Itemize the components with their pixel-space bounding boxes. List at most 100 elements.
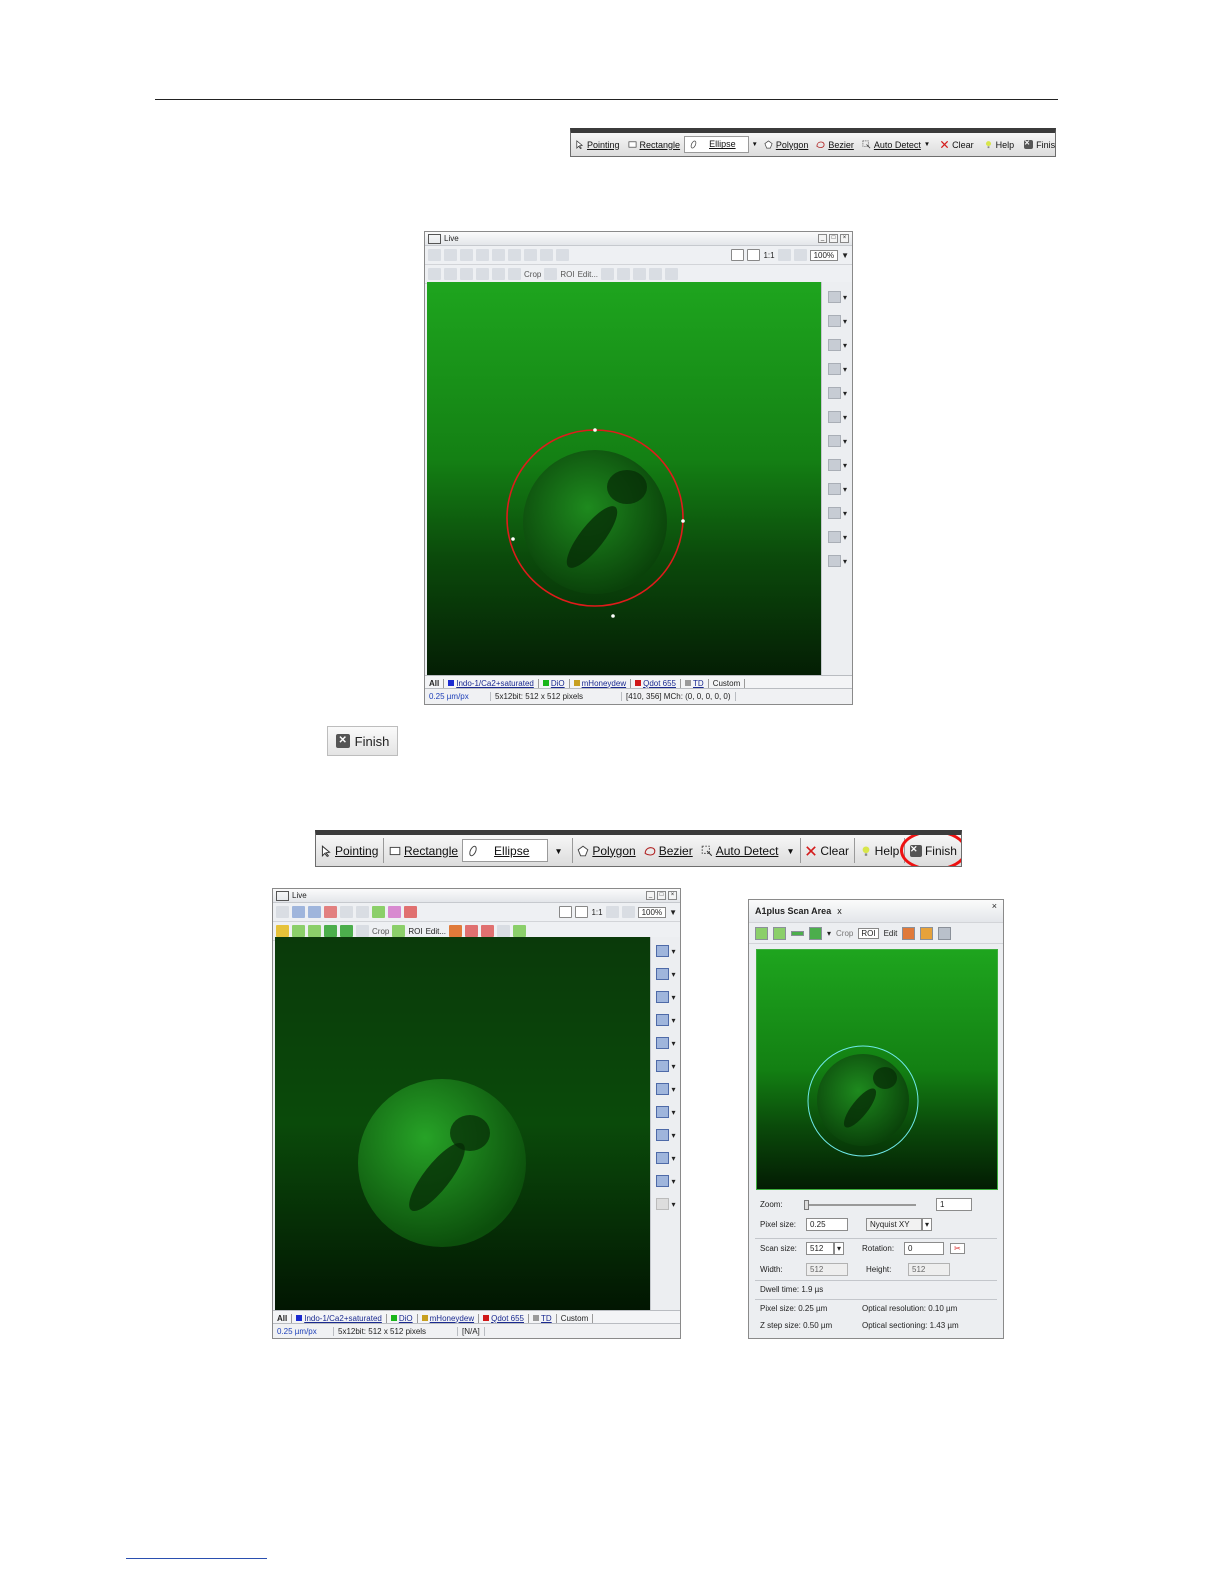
tab-dio[interactable]: DiO <box>539 678 570 688</box>
tab-all[interactable]: All <box>425 678 445 688</box>
edit-label[interactable]: Edit... <box>426 927 446 936</box>
maximize-icon[interactable]: □ <box>829 234 838 243</box>
roi-icon[interactable] <box>544 268 558 280</box>
fit-icon[interactable] <box>731 249 745 261</box>
tab-all[interactable]: All <box>273 1313 293 1323</box>
profile-icon[interactable]: ▾ <box>656 1080 676 1098</box>
crosshair-icon[interactable]: ▾ <box>656 1034 676 1052</box>
ratio-button[interactable]: 1:1 <box>763 251 774 260</box>
zoom-input[interactable]: 1 <box>936 1198 972 1211</box>
roi-handle[interactable] <box>681 519 685 523</box>
minimize-icon[interactable]: _ <box>646 891 655 900</box>
roi-rect-icon[interactable] <box>292 925 305 937</box>
live-image[interactable] <box>427 282 821 675</box>
measure-icon[interactable] <box>492 249 505 261</box>
grid-view-icon[interactable]: ▾ <box>656 988 676 1006</box>
table-icon[interactable] <box>665 268 679 280</box>
crop-label[interactable]: Crop <box>836 929 853 938</box>
bleach-icon[interactable] <box>617 268 631 280</box>
volume-icon[interactable]: ▾ <box>656 1057 676 1075</box>
grid-icon[interactable] <box>388 906 401 918</box>
profile-icon[interactable]: ▾ <box>827 432 847 450</box>
live-image[interactable] <box>275 937 650 1310</box>
panel-tab-close[interactable]: x <box>837 906 842 916</box>
lut-icon[interactable] <box>292 906 305 918</box>
roi-handle[interactable] <box>611 614 615 618</box>
edit-label[interactable]: Edit... <box>578 270 598 279</box>
tab-custom[interactable]: Custom <box>709 678 746 688</box>
layout-icon[interactable]: ▾ <box>656 942 676 960</box>
zoom-in-icon[interactable] <box>605 906 619 918</box>
polyline-icon[interactable] <box>492 268 505 280</box>
finish-button-standalone[interactable]: ✕ Finish <box>327 726 398 756</box>
snapshot-icon[interactable]: ▾ <box>656 1149 676 1167</box>
roi-label[interactable]: ROI <box>858 927 879 939</box>
overlay-icon[interactable]: ▾ <box>656 1103 676 1121</box>
band-icon[interactable] <box>773 926 786 940</box>
tab-indo1[interactable]: Indo-1/Ca2+saturated <box>444 678 539 688</box>
finish-button[interactable]: ✕ Finish <box>1020 133 1055 156</box>
zoom-slider-thumb[interactable] <box>804 1199 809 1210</box>
tile-icon[interactable] <box>497 925 511 937</box>
graph-icon[interactable]: ▾ <box>827 528 847 546</box>
tab-mhoneydew[interactable]: mHoneydew <box>570 678 632 688</box>
mark-icon[interactable] <box>476 249 489 261</box>
edit-label[interactable]: Edit <box>884 929 898 938</box>
grid-view-icon[interactable]: ▾ <box>827 336 847 354</box>
clear-button[interactable]: Clear <box>936 133 978 156</box>
tile-icon[interactable] <box>938 926 952 940</box>
volume-icon[interactable]: ▾ <box>827 408 847 426</box>
annotate-icon[interactable] <box>508 249 521 261</box>
overlay-icon[interactable]: ▾ <box>827 456 847 474</box>
crop-icon[interactable] <box>508 268 521 280</box>
close-icon[interactable]: × <box>992 901 997 911</box>
bleach-icon[interactable] <box>465 925 479 937</box>
rotation-input[interactable]: 0 <box>904 1242 945 1255</box>
line-icon[interactable] <box>476 268 489 280</box>
tab-qdot655[interactable]: Qdot 655 <box>631 678 682 688</box>
bleach-icon[interactable] <box>920 926 934 940</box>
nyquist-select[interactable]: Nyquist XY <box>866 1218 922 1231</box>
tab-dio[interactable]: DiO <box>387 1313 418 1323</box>
nyquist-dropdown-icon[interactable]: ▾ <box>922 1218 933 1231</box>
stimulation-icon[interactable] <box>902 926 916 940</box>
auto-detect-button[interactable]: Auto Detect ▼ <box>697 835 799 866</box>
channels-icon[interactable] <box>524 249 537 261</box>
zoom-select[interactable]: 100% <box>637 906 667 918</box>
roi-handle[interactable] <box>511 537 515 541</box>
grid-icon[interactable] <box>540 249 553 261</box>
polygon-button[interactable]: Polygon <box>760 133 813 156</box>
ellipse-dropdown-icon[interactable]: ▼ <box>752 141 758 148</box>
snapshot-icon[interactable]: ▾ <box>827 504 847 522</box>
tab-indo1[interactable]: Indo-1/Ca2+saturated <box>292 1313 387 1323</box>
maximize-icon[interactable]: □ <box>657 891 666 900</box>
channel-view-icon[interactable]: ▾ <box>656 965 676 983</box>
rectangle-button[interactable]: Rectangle <box>624 133 685 156</box>
roi-icon[interactable] <box>392 925 406 937</box>
histogram-icon[interactable] <box>276 906 289 918</box>
clear-button[interactable]: Clear <box>801 835 853 866</box>
pointing-button[interactable]: Pointing <box>571 133 624 156</box>
scan-area-icon[interactable] <box>276 925 289 937</box>
tab-mhoneydew[interactable]: mHoneydew <box>418 1313 480 1323</box>
slice-view-icon[interactable]: ▾ <box>656 1011 676 1029</box>
focus-icon[interactable] <box>633 268 647 280</box>
auto-detect-dropdown-icon[interactable]: ▼ <box>786 846 794 856</box>
ellipse-combo[interactable]: Ellipse <box>684 136 749 153</box>
roi-label[interactable]: ROI <box>408 927 422 936</box>
scan-image[interactable] <box>756 949 998 1190</box>
text-icon[interactable]: ▾ <box>827 480 847 498</box>
crop-label[interactable]: Crop <box>524 270 541 279</box>
ellipse-dropdown-icon[interactable]: ▼ <box>554 846 562 856</box>
ellipse-combo[interactable]: Ellipse <box>462 839 549 862</box>
curve-icon[interactable] <box>460 249 473 261</box>
measure-icon[interactable] <box>340 906 353 918</box>
bezier-button[interactable]: Bezier <box>640 835 697 866</box>
crop-label[interactable]: Crop <box>372 927 389 936</box>
pointing-button[interactable]: Pointing <box>316 835 382 866</box>
pixel-size-input[interactable]: 0.25 <box>806 1218 848 1231</box>
scan-area-icon[interactable] <box>755 926 768 940</box>
blank-icon[interactable]: ▾ <box>827 552 847 570</box>
auto-detect-button[interactable]: Auto Detect ▼ <box>858 133 934 156</box>
channel-view-icon[interactable]: ▾ <box>827 312 847 330</box>
